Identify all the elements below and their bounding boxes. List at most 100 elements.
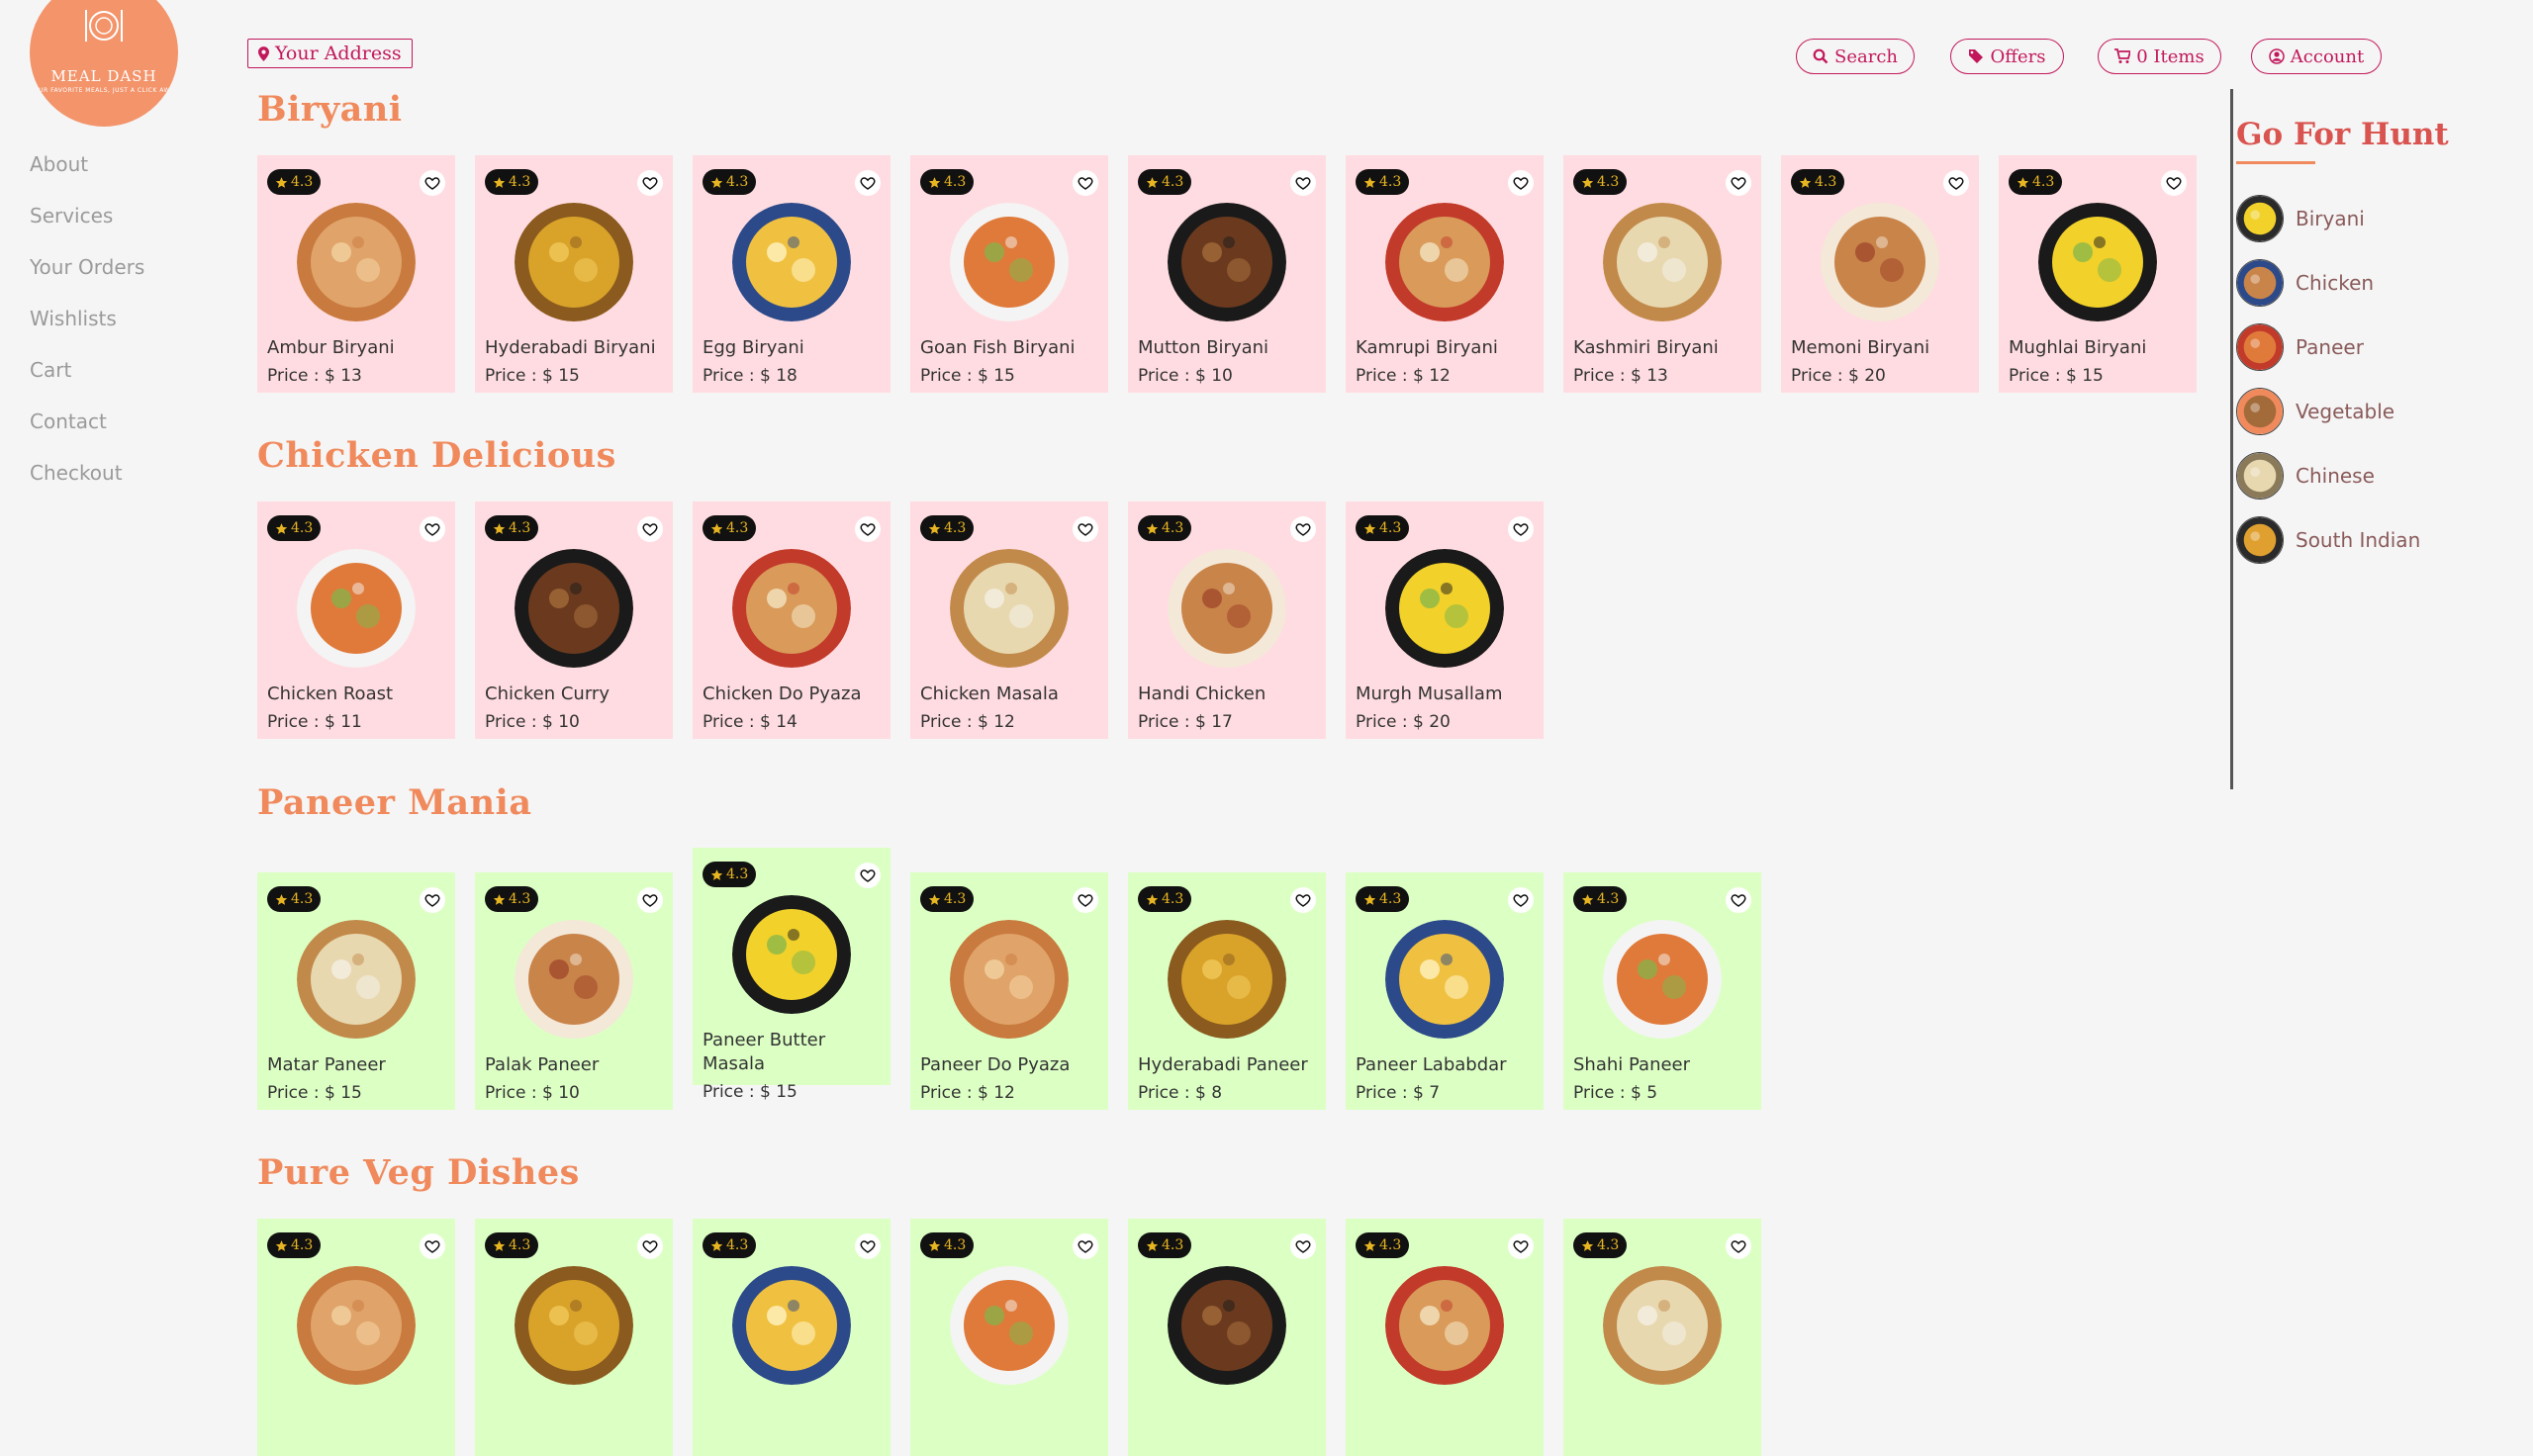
search-button[interactable]: Search: [1796, 39, 1915, 74]
star-icon: [1363, 522, 1376, 534]
wishlist-heart-button[interactable]: [637, 170, 663, 196]
food-card[interactable]: 4.3 Chicken Do Pyaza Price : $ 14: [693, 501, 891, 739]
food-card[interactable]: 4.3 Paneer Butter Masala Price : $ 15: [693, 848, 891, 1102]
wishlist-heart-button[interactable]: [1290, 887, 1316, 913]
wishlist-heart-button[interactable]: [1508, 887, 1534, 913]
food-card[interactable]: 4.3 Hyderabadi Biryani Price : $ 15: [475, 155, 673, 393]
wishlist-heart-button[interactable]: [1073, 170, 1098, 196]
food-card[interactable]: 4.3 Matar Paneer Price : $ 15: [257, 872, 455, 1110]
wishlist-heart-button[interactable]: [855, 1233, 881, 1259]
category-item[interactable]: Chicken: [2236, 258, 2374, 308]
food-card[interactable]: 4.3 Egg Biryani Price : $ 18: [693, 155, 891, 393]
wishlist-heart-button[interactable]: [420, 516, 445, 542]
wishlist-heart-button[interactable]: [1508, 516, 1534, 542]
category-label: Biryani: [2296, 207, 2365, 230]
nav-link-checkout[interactable]: Checkout: [30, 457, 144, 508]
food-card[interactable]: 4.3 Memoni Biryani Price : $ 20: [1781, 155, 1979, 393]
section-title-biryani: Biryani: [257, 89, 403, 130]
rating-badge: 4.3: [1791, 169, 1845, 195]
wishlist-heart-button[interactable]: [1290, 516, 1316, 542]
rating-value: 4.3: [1379, 891, 1402, 907]
food-card[interactable]: 4.3 Paneer Do Pyaza Price : $ 12: [910, 872, 1108, 1110]
star-icon: [710, 176, 723, 188]
category-label: South Indian: [2296, 528, 2421, 552]
wishlist-heart-button[interactable]: [855, 516, 881, 542]
food-image: [1385, 1266, 1504, 1385]
food-card[interactable]: 4.3 Kamrupi Biryani Price : $ 12: [1346, 155, 1544, 393]
nav-link-services[interactable]: Services: [30, 200, 144, 251]
food-card[interactable]: 4.3 Murgh Musallam Price : $ 20: [1346, 501, 1544, 739]
food-card[interactable]: 4.3 Shahi Paneer Price : $ 5: [1563, 872, 1761, 1110]
wishlist-heart-button[interactable]: [1290, 1233, 1316, 1259]
account-button[interactable]: Account: [2251, 39, 2382, 74]
food-card[interactable]: 4.3 Palak Paneer Price : $ 10: [475, 872, 673, 1110]
heart-icon: [1295, 177, 1311, 190]
food-card[interactable]: 4.3: [475, 1219, 673, 1456]
category-item[interactable]: South Indian: [2236, 515, 2420, 565]
wishlist-heart-button[interactable]: [1073, 1233, 1098, 1259]
heart-icon: [1513, 523, 1529, 536]
wishlist-heart-button[interactable]: [420, 170, 445, 196]
wishlist-heart-button[interactable]: [1073, 887, 1098, 913]
nav-link-cart[interactable]: Cart: [30, 354, 144, 406]
food-price: Price : $ 8: [1138, 1083, 1223, 1103]
wishlist-heart-button[interactable]: [420, 1233, 445, 1259]
food-card[interactable]: 4.3 Handi Chicken Price : $ 17: [1128, 501, 1326, 739]
rating-badge: 4.3: [267, 1232, 322, 1258]
wishlist-heart-button[interactable]: [1073, 516, 1098, 542]
rating-badge: 4.3: [703, 169, 757, 195]
nav-link-about[interactable]: About: [30, 148, 144, 200]
food-card[interactable]: 4.3 Chicken Masala Price : $ 12: [910, 501, 1108, 739]
food-card[interactable]: 4.3 Chicken Curry Price : $ 10: [475, 501, 673, 739]
wishlist-heart-button[interactable]: [1726, 1233, 1751, 1259]
food-card[interactable]: 4.3: [257, 1219, 455, 1456]
food-card[interactable]: 4.3 Mutton Biryani Price : $ 10: [1128, 155, 1326, 393]
food-card[interactable]: 4.3 Ambur Biryani Price : $ 13: [257, 155, 455, 393]
wishlist-heart-button[interactable]: [1508, 170, 1534, 196]
food-image: [2038, 203, 2157, 321]
food-price: Price : $ 18: [703, 366, 797, 386]
food-image: [515, 1266, 633, 1385]
wishlist-heart-button[interactable]: [855, 863, 881, 888]
category-item[interactable]: Vegetable: [2236, 387, 2394, 436]
wishlist-heart-button[interactable]: [855, 170, 881, 196]
wishlist-heart-button[interactable]: [1726, 887, 1751, 913]
nav-link-your-orders[interactable]: Your Orders: [30, 251, 144, 303]
wishlist-heart-button[interactable]: [637, 516, 663, 542]
food-card[interactable]: 4.3 Mughlai Biryani Price : $ 15: [1999, 155, 2197, 393]
food-card[interactable]: 4.3: [910, 1219, 1108, 1456]
cart-button[interactable]: 0 Items: [2098, 39, 2221, 74]
food-card[interactable]: 4.3: [1128, 1219, 1326, 1456]
wishlist-heart-button[interactable]: [1726, 170, 1751, 196]
food-name: Mughlai Biryani: [2009, 337, 2147, 358]
food-price: Price : $ 10: [1138, 366, 1233, 386]
offers-button[interactable]: Offers: [1950, 39, 2064, 74]
food-card[interactable]: 4.3: [1346, 1219, 1544, 1456]
wishlist-heart-button[interactable]: [420, 887, 445, 913]
wishlist-heart-button[interactable]: [1943, 170, 1969, 196]
wishlist-heart-button[interactable]: [1508, 1233, 1534, 1259]
star-icon: [1581, 1239, 1594, 1251]
wishlist-heart-button[interactable]: [1290, 170, 1316, 196]
category-item[interactable]: Paneer: [2236, 322, 2364, 372]
food-card[interactable]: 4.3 Hyderabadi Paneer Price : $ 8: [1128, 872, 1326, 1110]
food-card[interactable]: 4.3 Kashmiri Biryani Price : $ 13: [1563, 155, 1761, 393]
category-thumbnail: [2236, 259, 2284, 307]
category-item[interactable]: Biryani: [2236, 194, 2365, 243]
food-card[interactable]: 4.3: [693, 1219, 891, 1456]
nav-link-wishlists[interactable]: Wishlists: [30, 303, 144, 354]
rating-value: 4.3: [1379, 1237, 1402, 1253]
wishlist-heart-button[interactable]: [637, 887, 663, 913]
category-item[interactable]: Chinese: [2236, 451, 2375, 500]
food-card[interactable]: 4.3 Chicken Roast Price : $ 11: [257, 501, 455, 739]
category-thumbnail: [2236, 195, 2284, 242]
wishlist-heart-button[interactable]: [637, 1233, 663, 1259]
food-card[interactable]: 4.3 Goan Fish Biryani Price : $ 15: [910, 155, 1108, 393]
food-card[interactable]: 4.3: [1563, 1219, 1761, 1456]
wishlist-heart-button[interactable]: [2161, 170, 2187, 196]
food-card[interactable]: 4.3 Paneer Lababdar Price : $ 7: [1346, 872, 1544, 1110]
food-name: Ambur Biryani: [267, 337, 395, 358]
rating-value: 4.3: [1597, 174, 1620, 190]
nav-link-contact[interactable]: Contact: [30, 406, 144, 457]
food-price: Price : $ 5: [1573, 1083, 1658, 1103]
